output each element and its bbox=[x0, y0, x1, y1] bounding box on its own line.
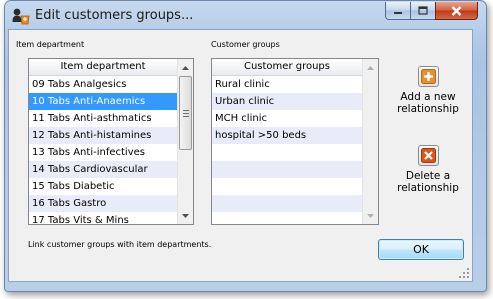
empty-row bbox=[212, 144, 363, 161]
item-department-scrollbar[interactable] bbox=[177, 59, 193, 224]
item-department-list[interactable]: Item department 09 Tabs Analgesics 10 Ta… bbox=[28, 58, 194, 225]
customer-groups-rows: Rural clinic Urban clinic MCH clinic hos… bbox=[212, 76, 363, 224]
scroll-down-button[interactable] bbox=[178, 207, 193, 224]
customer-groups-scrollbar[interactable] bbox=[362, 59, 378, 224]
hint-text: Link customer groups with item departmen… bbox=[28, 240, 212, 249]
scroll-down-icon bbox=[367, 213, 374, 218]
list-item[interactable]: 12 Tabs Anti-histamines bbox=[29, 127, 178, 144]
ok-button[interactable]: OK bbox=[378, 239, 464, 260]
scroll-down-icon bbox=[182, 213, 189, 218]
close-button[interactable] bbox=[435, 2, 478, 20]
dialog-client-area: Item department Customer groups Item dep… bbox=[8, 29, 473, 282]
scroll-up-icon bbox=[182, 65, 189, 70]
scroll-up-icon bbox=[367, 65, 374, 70]
maximize-button[interactable] bbox=[410, 2, 436, 20]
close-icon bbox=[451, 5, 462, 16]
scroll-down-button[interactable] bbox=[363, 207, 378, 224]
grip-icon bbox=[182, 109, 189, 117]
customer-groups-column-header[interactable]: Customer groups bbox=[212, 59, 363, 76]
delete-relationship-action: Delete a relationship bbox=[393, 145, 463, 194]
minimize-icon bbox=[394, 11, 402, 14]
title-bar[interactable]: Edit customers groups... bbox=[5, 1, 486, 31]
add-relationship-button[interactable] bbox=[417, 66, 439, 87]
delete-relationship-label: Delete a relationship bbox=[397, 170, 459, 194]
window-title: Edit customers groups... bbox=[35, 8, 194, 23]
maximize-icon bbox=[418, 6, 428, 15]
list-item[interactable]: MCH clinic bbox=[212, 110, 363, 127]
list-item[interactable]: 17 Tabs Vits & Mins bbox=[29, 212, 178, 224]
list-item[interactable]: 11 Tabs Anti-asthmatics bbox=[29, 110, 178, 127]
list-item[interactable]: 13 Tabs Anti-infectives bbox=[29, 144, 178, 161]
list-item-selected[interactable]: 10 Tabs Anti-Anaemics bbox=[29, 93, 178, 110]
item-department-rows: 09 Tabs Analgesics 10 Tabs Anti-Anaemics… bbox=[29, 76, 178, 224]
scroll-thumb[interactable] bbox=[179, 76, 192, 150]
empty-row bbox=[212, 195, 363, 212]
scroll-up-button[interactable] bbox=[178, 59, 193, 76]
list-item[interactable]: Rural clinic bbox=[212, 76, 363, 93]
list-item[interactable]: 16 Tabs Gastro bbox=[29, 195, 178, 212]
empty-row bbox=[212, 178, 363, 195]
list-item[interactable]: 09 Tabs Analgesics bbox=[29, 76, 178, 93]
list-item[interactable]: hospital >50 beds bbox=[212, 127, 363, 144]
item-department-column-header[interactable]: Item department bbox=[29, 59, 178, 76]
empty-row bbox=[212, 212, 363, 224]
list-item[interactable]: Urban clinic bbox=[212, 93, 363, 110]
list-item[interactable]: 14 Tabs Cardiovascular bbox=[29, 161, 178, 178]
list-item[interactable]: 15 Tabs Diabetic bbox=[29, 178, 178, 195]
add-relationship-label: Add a new relationship bbox=[397, 91, 459, 115]
resize-grip-icon[interactable] bbox=[459, 268, 470, 279]
customer-groups-label: Customer groups bbox=[211, 40, 280, 49]
empty-row bbox=[212, 161, 363, 178]
minimize-button[interactable] bbox=[385, 2, 411, 20]
x-icon bbox=[420, 148, 436, 163]
app-icon bbox=[12, 8, 30, 25]
item-department-label: Item department bbox=[16, 40, 85, 49]
caption-buttons bbox=[385, 2, 478, 20]
plus-icon bbox=[420, 69, 436, 84]
add-relationship-action: Add a new relationship bbox=[393, 66, 463, 115]
delete-relationship-button[interactable] bbox=[417, 145, 439, 166]
customer-groups-list[interactable]: Customer groups Rural clinic Urban clini… bbox=[211, 58, 379, 225]
scroll-up-button[interactable] bbox=[363, 59, 378, 76]
